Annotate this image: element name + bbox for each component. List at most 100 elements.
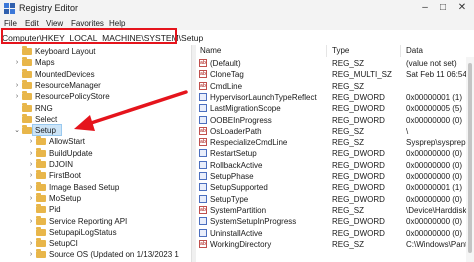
tree-item-label: Source OS (Updated on 1/13/2023 1 — [49, 250, 179, 260]
tree-item[interactable]: RNG — [0, 102, 191, 114]
value-data: 0x00000005 (5) — [406, 104, 463, 114]
address-highlight-box — [1, 28, 177, 44]
tree-item[interactable]: › ResourceManager — [0, 79, 191, 91]
value-type: REG_SZ — [332, 126, 365, 136]
scrollbar-thumb[interactable] — [468, 63, 472, 253]
value-row[interactable]: SetupType REG_DWORD 0x00000000 (0) — [196, 194, 474, 205]
chevron-right-icon[interactable]: › — [27, 136, 35, 147]
binary-value-icon — [199, 228, 207, 237]
tree-item[interactable]: › FirstBoot — [0, 170, 191, 181]
tree-item[interactable]: › BuildUpdate — [0, 147, 191, 159]
chevron-right-icon[interactable]: › — [27, 159, 35, 170]
tree-item-label: Image Based Setup — [49, 182, 120, 192]
column-header-data[interactable]: Data — [406, 45, 472, 57]
value-row[interactable]: ab WorkingDirectory REG_SZ C:\Windows\Panth — [196, 239, 474, 250]
value-name: SystemSetupInProgress — [210, 217, 297, 227]
value-row[interactable]: RollbackActive REG_DWORD 0x00000000 (0) — [196, 160, 474, 171]
string-value-icon: ab — [199, 59, 207, 67]
value-name: HypervisorLaunchTypeReflect — [210, 92, 317, 102]
chevron-down-icon[interactable]: ⌄ — [13, 125, 21, 136]
tree-item[interactable]: ⌄ Setup — [0, 125, 191, 136]
chevron-right-icon[interactable]: › — [27, 182, 35, 193]
folder-icon — [36, 249, 46, 259]
values-pane: Name Type Data ab (Default) REG_SZ (value n… — [196, 45, 474, 262]
value-row[interactable]: LastMigrationScope REG_DWORD 0x00000005 (5… — [196, 103, 474, 114]
chevron-right-icon[interactable]: › — [27, 216, 35, 227]
chevron-right-icon[interactable]: › — [27, 193, 35, 204]
tree-item[interactable]: Select — [0, 113, 191, 125]
string-value-icon: ab — [199, 81, 207, 90]
minimize-icon[interactable]: – — [418, 2, 432, 14]
value-row[interactable]: ab CloneTag REG_MULTI_SZ Sat Feb 11 06:542 — [196, 69, 474, 80]
value-type: REG_DWORD — [332, 228, 385, 238]
value-data: \Device\Harddisk — [406, 205, 467, 215]
tree-item[interactable]: › Maps — [0, 57, 191, 68]
tree-item[interactable]: MountedDevices — [0, 68, 191, 80]
tree-item-label: Pid — [49, 205, 61, 215]
folder-icon — [36, 238, 46, 248]
chevron-right-icon — [27, 204, 35, 215]
tree-item-label: SetupapiLogStatus — [49, 227, 117, 237]
value-name: CloneTag — [210, 70, 244, 80]
menu-favorites[interactable]: Favorites — [71, 19, 104, 28]
value-row[interactable]: ab (Default) REG_SZ (value not set) — [196, 58, 474, 69]
chevron-right-icon[interactable]: › — [27, 148, 35, 159]
tree-item[interactable]: SetupapiLogStatus — [0, 226, 191, 238]
value-row[interactable]: SetupSupported REG_DWORD 0x00000001 (1) — [196, 182, 474, 193]
tree-item[interactable]: › SetupCI — [0, 238, 191, 249]
tree-item[interactable]: › MoSetup — [0, 192, 191, 204]
tree-item-label: FirstBoot — [49, 171, 82, 181]
menu-help[interactable]: Help — [109, 19, 125, 28]
tree-item-label: MountedDevices — [35, 69, 95, 79]
values-scrollbar[interactable] — [466, 57, 474, 262]
registry-tree: Keyboard Layout › Maps MountedDevices › Resou… — [0, 45, 191, 262]
value-row[interactable]: ab CmdLine REG_SZ — [196, 81, 474, 92]
tree-item[interactable]: Keyboard Layout — [0, 46, 191, 57]
value-name: RespecializeCmdLine — [210, 138, 288, 148]
close-icon[interactable]: ✕ — [455, 2, 469, 14]
value-data: 0x00000000 (0) — [406, 228, 463, 238]
string-value-icon: ab — [199, 205, 207, 214]
chevron-right-icon[interactable]: › — [27, 170, 35, 181]
folder-icon — [22, 125, 32, 135]
value-data: \ — [406, 126, 409, 136]
value-row[interactable]: ab SystemPartition REG_SZ \Device\Harddisk — [196, 205, 474, 216]
menu-file[interactable]: File — [4, 19, 17, 28]
value-row[interactable]: SystemSetupInProgress REG_DWORD 0x00000000… — [196, 216, 474, 227]
window-title: Registry Editor — [19, 3, 79, 13]
column-header-name[interactable]: Name — [200, 45, 327, 57]
folder-icon — [36, 159, 46, 168]
value-data: (value not set) — [406, 59, 457, 68]
chevron-right-icon[interactable]: › — [13, 91, 21, 102]
tree-item[interactable]: › Source OS (Updated on 1/13/2023 1 — [0, 249, 191, 260]
value-row[interactable]: ab OsLoaderPath REG_SZ \ — [196, 126, 474, 137]
tree-item-label: Setup — [35, 126, 56, 136]
tree-item[interactable]: › Image Based Setup — [0, 181, 191, 193]
menu-edit[interactable]: Edit — [25, 19, 39, 28]
value-data: 0x00000000 (0) — [406, 194, 463, 204]
value-row[interactable]: ab RespecializeCmdLine REG_SZ Sysprep\syspr… — [196, 137, 474, 148]
chevron-right-icon[interactable]: › — [27, 249, 35, 260]
value-row[interactable]: OOBEInProgress REG_DWORD 0x00000000 (0) — [196, 115, 474, 126]
chevron-right-icon[interactable]: › — [13, 80, 21, 91]
value-row[interactable]: SetupPhase REG_DWORD 0x00000000 (0) — [196, 171, 474, 182]
value-row[interactable]: UninstallActive REG_DWORD 0x00000000 (0) — [196, 228, 474, 239]
tree-item[interactable]: › AllowStart — [0, 136, 191, 147]
tree-item[interactable]: › Service Reporting API — [0, 215, 191, 227]
folder-icon — [22, 57, 32, 67]
value-row[interactable]: RestartSetup REG_DWORD 0x00000000 (0) — [196, 148, 474, 159]
value-name: SetupPhase — [210, 172, 254, 181]
tree-item-label: BuildUpdate — [49, 148, 93, 158]
folder-icon — [36, 192, 46, 202]
tree-item[interactable]: Pid — [0, 204, 191, 215]
maximize-icon[interactable]: □ — [436, 2, 450, 14]
tree-item[interactable]: › DJOIN — [0, 159, 191, 170]
string-value-icon: ab — [199, 239, 207, 248]
column-header-type[interactable]: Type — [332, 45, 401, 57]
tree-item[interactable]: › ResourcePolicyStore — [0, 91, 191, 102]
chevron-right-icon[interactable]: › — [27, 238, 35, 249]
value-row[interactable]: HypervisorLaunchTypeReflect REG_DWORD 0x00… — [196, 92, 474, 103]
tree-item-label: DJOIN — [49, 160, 73, 169]
chevron-right-icon[interactable]: › — [13, 57, 21, 68]
menu-view[interactable]: View — [46, 19, 63, 28]
